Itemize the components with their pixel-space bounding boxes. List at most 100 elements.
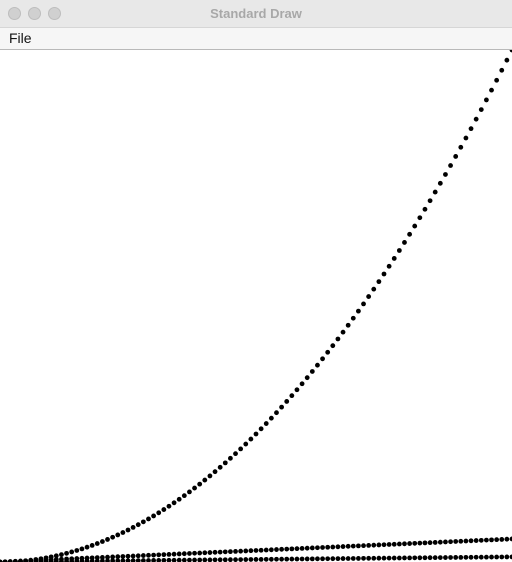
series-1-point (140, 519, 146, 525)
series-1-point (238, 446, 244, 452)
series-3-point (140, 558, 146, 562)
series-2-point (212, 549, 218, 555)
series-2-point (366, 543, 372, 548)
series-1-point (335, 336, 341, 342)
series-2-point (228, 549, 233, 555)
series-1-point (105, 537, 110, 542)
series-2-point (289, 546, 295, 552)
series-3-point (135, 558, 141, 562)
series-1-point (146, 516, 151, 522)
series-3-point (284, 556, 290, 562)
series-2-point (304, 545, 310, 551)
series-2-point (402, 541, 407, 547)
series-2-point (166, 552, 172, 557)
series-2-point (412, 540, 418, 546)
series-1-point (294, 387, 300, 393)
series-3-point (289, 556, 295, 562)
series-1-point (181, 493, 187, 499)
series-3-point (335, 556, 341, 562)
series-2-point (197, 550, 203, 556)
series-1-point (110, 534, 116, 540)
series-1-point (202, 477, 208, 483)
series-1-point (161, 507, 167, 512)
series-2-point (217, 549, 223, 555)
series-3-point (309, 556, 315, 562)
series-2-point (151, 552, 157, 558)
series-2-point (478, 537, 484, 543)
series-3-point (253, 557, 259, 562)
series-3-point (366, 555, 372, 561)
series-3-point (340, 556, 346, 561)
series-3-point (207, 557, 213, 562)
series-2-point (171, 551, 177, 557)
series-2-point (135, 553, 141, 559)
series-2-point (427, 540, 433, 546)
series-2-point (335, 544, 341, 550)
series-3-point (105, 558, 110, 562)
series-3-point (120, 558, 126, 562)
series-1-point (381, 271, 387, 277)
series-3-point (274, 556, 279, 562)
series-1-point (100, 539, 105, 544)
series-2-point (504, 536, 510, 542)
series-1-point (197, 481, 203, 487)
series-2-point (356, 543, 361, 549)
series-3-point (258, 556, 264, 562)
series-3-point (478, 554, 484, 560)
series-1-point (402, 240, 407, 245)
series-2-point (407, 541, 412, 546)
series-1-point (212, 469, 218, 475)
series-1-point (299, 381, 305, 387)
series-2-point (233, 549, 238, 554)
series-2-point (473, 538, 479, 543)
series-2-point (468, 538, 474, 544)
menu-file[interactable]: File (9, 30, 32, 46)
series-2-point (371, 542, 377, 548)
series-3-point (402, 555, 407, 561)
series-1-point (345, 322, 351, 328)
series-1-point (325, 349, 331, 355)
series-3-point (192, 557, 197, 562)
series-3-point (330, 556, 336, 562)
series-3-point (396, 555, 402, 561)
series-2-point (325, 544, 331, 550)
series-1-point (437, 180, 443, 186)
series-2-point (115, 554, 121, 560)
series-1-point (222, 460, 228, 466)
series-1-point (207, 473, 213, 479)
series-3-point (181, 557, 187, 562)
series-3-point (376, 555, 382, 561)
series-1-point (489, 87, 494, 93)
series-3-point (489, 554, 494, 560)
series-1-point (407, 231, 412, 237)
series-1-point (361, 301, 366, 307)
series-1-point (494, 77, 500, 83)
series-1-point (279, 404, 284, 410)
series-1-point (309, 369, 315, 374)
series-3-point (356, 556, 361, 561)
series-1-point (422, 206, 428, 212)
series-2-point (187, 551, 192, 556)
series-1-point (258, 426, 264, 432)
window-title: Standard Draw (210, 6, 302, 21)
series-3-point (233, 557, 238, 562)
series-1-point (391, 256, 397, 261)
series-3-point (166, 557, 172, 562)
series-3-point (228, 557, 233, 562)
series-3-point (320, 556, 325, 562)
series-1-point (187, 489, 192, 495)
series-1-point (192, 485, 197, 491)
series-2-point (448, 539, 453, 545)
series-1-point (499, 67, 505, 73)
series-1-point (350, 315, 356, 321)
series-3-point (350, 556, 356, 561)
series-2-point (176, 551, 182, 557)
series-1-point (156, 510, 162, 516)
series-3-point (151, 558, 156, 562)
series-1-point (356, 308, 361, 314)
series-1-point (74, 548, 80, 553)
series-1-point (330, 343, 336, 349)
series-3-point (243, 557, 249, 562)
series-2-point (279, 546, 284, 552)
series-1-point (284, 399, 290, 404)
